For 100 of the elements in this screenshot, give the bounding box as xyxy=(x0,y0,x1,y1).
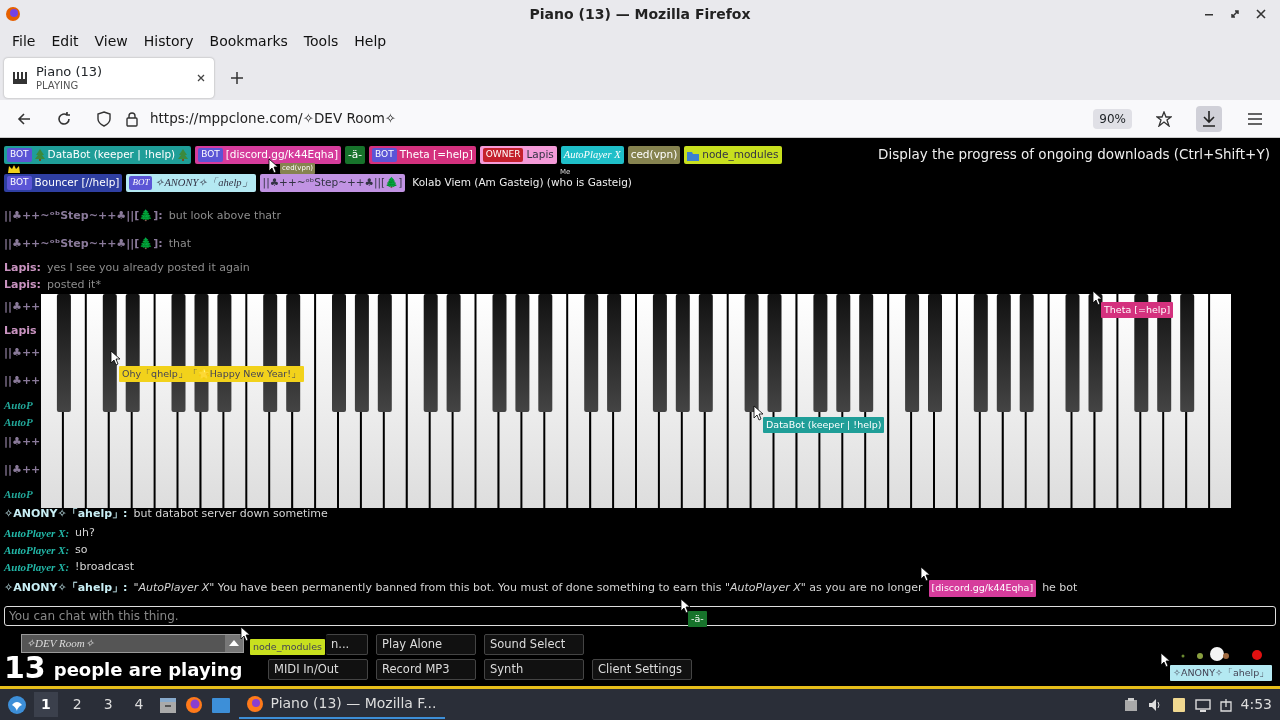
room-button[interactable]: MIDI In/Out xyxy=(268,659,368,680)
shield-icon[interactable] xyxy=(96,110,112,127)
room-select[interactable]: ✧DEV Room✧ xyxy=(21,634,244,653)
display-icon[interactable] xyxy=(1194,696,1211,713)
chat-username: ||♣++~ᵒᵇStep~++♣||[🌲]: xyxy=(4,208,163,225)
cursor-label: [discord.gg/k44Eqha] xyxy=(928,580,1037,597)
player-tag[interactable]: -ä- xyxy=(345,146,366,164)
cursor-icon xyxy=(268,158,279,174)
player-count: 13 xyxy=(4,653,46,683)
player-tag[interactable]: ||♣++~ᵒᵇStep~++♣||[🌲] xyxy=(259,174,406,192)
workspace-button[interactable]: 3 xyxy=(96,692,120,717)
chat-username: AutoPlayer X: xyxy=(4,526,70,542)
cursor-icon xyxy=(240,626,251,642)
tree-icon xyxy=(34,149,45,161)
room-button[interactable]: Record MP3 xyxy=(376,659,476,680)
player-tag[interactable]: BOT ✧ANONY✧「ahelp」 xyxy=(126,174,256,192)
tree-icon xyxy=(178,149,189,161)
workspace-button[interactable]: 2 xyxy=(65,692,89,717)
cursor-label: Ohy「qhelp」「🌟Happy New Year!」 xyxy=(119,366,305,383)
tab-title: Piano (13) xyxy=(36,65,104,80)
chat-username: ||♣++~ᵒᵇStep~++♣||[🌲]: xyxy=(4,236,163,253)
cursor-label: ✧ANONY✧「ahelp」 xyxy=(1170,665,1273,682)
cursor-label: node_modules xyxy=(250,639,325,656)
menu-item[interactable]: History xyxy=(135,27,202,55)
maximize-icon[interactable] xyxy=(1230,9,1240,19)
player-tag[interactable]: OWNER Lapis xyxy=(479,146,557,164)
browser-tab[interactable]: Piano (13) PLAYING xyxy=(4,58,214,98)
chat-username: ||♣++ xyxy=(4,434,41,451)
reload-icon[interactable] xyxy=(56,110,72,127)
chat-username: AutoP xyxy=(4,398,33,414)
cursor-label: -ä- xyxy=(688,611,707,628)
player-tag[interactable]: Kolab Viem (Am Gasteig) (who is Gasteig) xyxy=(409,174,635,192)
file-manager-icon[interactable] xyxy=(158,695,177,714)
menu-item[interactable]: Bookmarks xyxy=(201,27,296,55)
download-icon[interactable] xyxy=(1196,105,1222,132)
cursor-label: DataBot (keeper | !help) xyxy=(763,417,885,434)
chat-message: that xyxy=(168,236,192,253)
chat-message: so xyxy=(75,542,88,559)
player-count-label: people are playing xyxy=(53,658,243,682)
zoom-level[interactable]: 90% xyxy=(1093,108,1132,129)
cursor-icon xyxy=(753,405,764,421)
upload-icon[interactable] xyxy=(1218,697,1233,712)
chat-username: Lapis: xyxy=(4,277,42,294)
taskbar-task[interactable]: Piano (13) — Mozilla F... xyxy=(238,690,445,719)
new-tab-icon[interactable] xyxy=(230,71,244,85)
close-icon[interactable] xyxy=(1256,9,1266,19)
cursor-icon xyxy=(1092,290,1103,306)
menu-item[interactable]: Edit xyxy=(43,27,87,55)
player-tag[interactable]: node_modules xyxy=(684,146,782,164)
chat-username: ||♣++ xyxy=(4,345,41,362)
chat-username: ✧ANONY✧「ahelp」: xyxy=(4,506,128,523)
room-button[interactable]: Sound Select xyxy=(484,634,584,655)
window-title: Piano (13) — Mozilla Firefox xyxy=(529,5,751,24)
close-icon[interactable] xyxy=(196,73,206,83)
chat-message: but look above thatr xyxy=(168,208,281,225)
cursor-icon xyxy=(1160,652,1171,668)
piano-icon xyxy=(12,70,28,86)
clipboard-icon[interactable] xyxy=(1122,696,1139,713)
chat-username: AutoP xyxy=(4,487,33,503)
piano-keyboard-drawing[interactable] xyxy=(41,294,1233,508)
menu-item[interactable]: File xyxy=(4,27,44,55)
firefox-icon[interactable] xyxy=(184,695,203,714)
cursor-icon xyxy=(919,566,931,583)
player-tag[interactable]: BOT DataBot (keeper | !help) xyxy=(4,146,192,164)
chat-message: but databot server down sometime xyxy=(133,506,328,523)
player-tag[interactable]: BOT Theta [=help] xyxy=(369,146,476,164)
back-icon[interactable] xyxy=(16,110,32,127)
chat-username: ||♣++ xyxy=(4,462,41,479)
clock: 4:53 xyxy=(1240,695,1272,714)
player-tag[interactable]: BOT [discord.gg/k44Eqha] xyxy=(195,146,342,164)
menu-item[interactable]: Tools xyxy=(295,27,347,55)
chat-message: uh? xyxy=(75,525,95,542)
chat-username: ||♣++ xyxy=(4,373,41,390)
menu-item[interactable]: View xyxy=(86,27,136,55)
workspace-button[interactable]: 4 xyxy=(127,692,151,717)
chat-username: ||♣++ xyxy=(4,299,41,316)
chat-username: ✧ANONY✧「ahelp」: xyxy=(4,580,128,597)
launcher-icon[interactable] xyxy=(8,695,26,714)
cursor-label: Theta [=help] xyxy=(1101,302,1174,319)
chat-message: yes I see you already posted it again xyxy=(47,260,250,277)
room-button[interactable]: n... xyxy=(326,634,368,655)
cursor-icon xyxy=(680,598,691,614)
room-button[interactable]: Play Alone xyxy=(376,634,476,655)
player-tag[interactable]: ced(vpn) xyxy=(627,146,681,164)
chat-message: posted it* xyxy=(47,277,101,294)
firefox-icon xyxy=(6,7,20,21)
room-button[interactable]: Synth xyxy=(484,659,584,680)
chat-username: Lapis xyxy=(4,323,37,340)
room-button[interactable]: Client Settings xyxy=(592,659,692,680)
lock-icon[interactable] xyxy=(124,110,140,127)
star-icon[interactable] xyxy=(1156,110,1172,127)
window-icon[interactable] xyxy=(210,695,231,714)
menu-item[interactable]: Help xyxy=(346,27,395,55)
workspace-button[interactable]: 1 xyxy=(34,692,58,717)
url-text[interactable]: https://mppclone.com/✧DEV Room✧ xyxy=(150,108,1070,129)
chat-username: AutoPlayer X: xyxy=(4,543,70,559)
notes-icon[interactable] xyxy=(1170,696,1187,713)
folder-icon xyxy=(687,149,700,161)
chat-username: AutoPlayer X: xyxy=(4,560,70,576)
firefox-icon xyxy=(246,695,263,712)
